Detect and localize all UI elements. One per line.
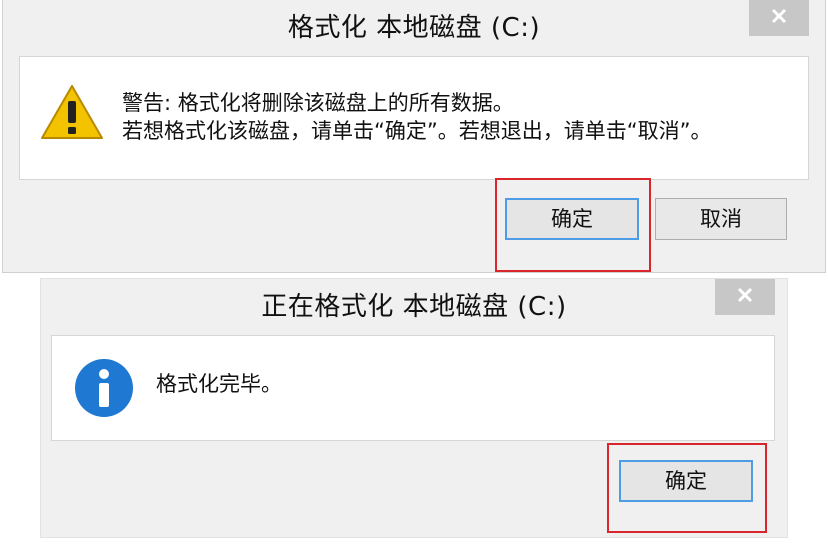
close-button[interactable] (715, 279, 775, 315)
message-line-2: 若想格式化该磁盘，请单击“确定”。若想退出，请单击“取消”。 (122, 119, 712, 143)
close-icon (736, 286, 754, 308)
format-complete-dialog: 正在格式化 本地磁盘 (C:) 格式化完毕。 确定 (40, 278, 788, 538)
message-panel: 格式化完毕。 (51, 335, 775, 441)
cancel-button[interactable]: 取消 (655, 198, 787, 240)
message-line-1: 警告: 格式化将删除该磁盘上的所有数据。 (122, 91, 514, 115)
complete-message: 格式化完毕。 (156, 372, 282, 396)
close-icon (770, 7, 788, 29)
close-button[interactable] (749, 0, 809, 36)
title-bar[interactable]: 正在格式化 本地磁盘 (C:) (41, 279, 787, 335)
ok-button-highlight (607, 443, 767, 533)
dialog-title: 格式化 本地磁盘 (C:) (287, 13, 541, 43)
title-bar[interactable]: 格式化 本地磁盘 (C:) (3, 0, 825, 56)
format-confirm-dialog: 格式化 本地磁盘 (C:) 警告: 格式化将删除该磁盘上的所有数据。 若想格式化… (2, 0, 826, 273)
dialog-title: 正在格式化 本地磁盘 (C:) (261, 292, 567, 322)
warning-message: 警告: 格式化将删除该磁盘上的所有数据。 若想格式化该磁盘，请单击“确定”。若想… (122, 89, 712, 145)
message-panel: 警告: 格式化将删除该磁盘上的所有数据。 若想格式化该磁盘，请单击“确定”。若想… (19, 56, 809, 180)
ok-button-highlight (495, 178, 651, 272)
info-icon (74, 358, 134, 422)
warning-icon (40, 83, 104, 145)
